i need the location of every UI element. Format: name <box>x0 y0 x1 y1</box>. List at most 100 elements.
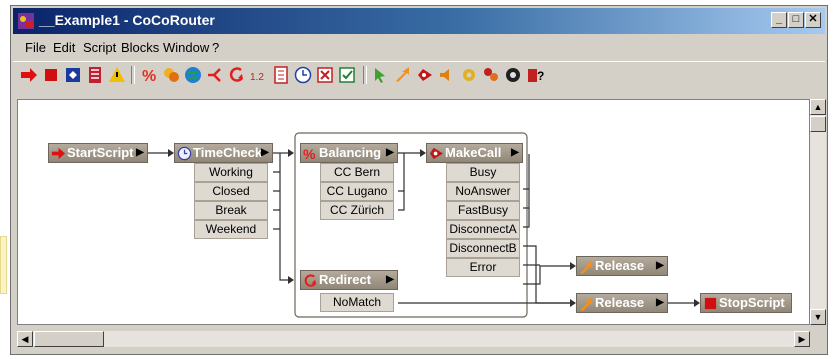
scroll-right-button[interactable]: ▶ <box>794 331 810 347</box>
app-icon <box>18 13 34 29</box>
makecall-output-disconnectb[interactable]: DisconnectB <box>446 239 520 258</box>
minimize-button[interactable]: _ <box>771 12 787 28</box>
globe-icon[interactable] <box>183 65 203 85</box>
counter-icon[interactable]: 1.2 <box>249 65 269 85</box>
toolbar: % 1.2 ? <box>13 61 825 88</box>
menu-blocks[interactable]: Blocks <box>121 40 159 55</box>
horizontal-scroll-thumb[interactable] <box>34 331 104 347</box>
makecall-output-error[interactable]: Error <box>446 258 520 277</box>
redirect-icon <box>304 274 317 287</box>
block-label: Balancing <box>319 145 382 160</box>
timecheck-output-working[interactable]: Working <box>194 163 268 182</box>
scroll-up-button[interactable]: ▲ <box>810 99 826 115</box>
balancing-output-cc-zurich[interactable]: CC Zürich <box>320 201 394 220</box>
help-icon[interactable]: ? <box>525 65 545 85</box>
menu-help[interactable]: ? <box>212 40 219 55</box>
svg-text:%: % <box>303 146 316 161</box>
checkbox-icon[interactable] <box>337 65 357 85</box>
vertical-scrollbar[interactable]: ▲ ▼ <box>810 99 826 325</box>
makecall-output-busy[interactable]: Busy <box>446 163 520 182</box>
menu-file[interactable]: File <box>25 40 46 55</box>
percent-icon: % <box>303 146 316 161</box>
adjacent-window-edge <box>0 236 7 294</box>
run-icon[interactable] <box>19 65 39 85</box>
toolbar-separator <box>363 66 367 84</box>
warning-icon[interactable] <box>107 65 127 85</box>
variables-icon[interactable] <box>85 65 105 85</box>
group-icon[interactable] <box>161 65 181 85</box>
release-icon[interactable] <box>393 65 413 85</box>
block-label: Release <box>595 258 645 273</box>
close-button[interactable]: ✕ <box>805 12 821 28</box>
output-arrow-icon: ▶ <box>136 147 144 158</box>
block-label: StartScript <box>67 145 134 160</box>
block-label: TimeCheck <box>193 145 263 160</box>
exit-icon[interactable] <box>315 65 335 85</box>
start-arrow-icon <box>51 147 66 160</box>
makecall-output-noanswer[interactable]: NoAnswer <box>446 182 520 201</box>
release-block-2[interactable]: Release ▶ <box>576 293 668 313</box>
release-icon <box>579 259 593 274</box>
balancing-output-cc-bern[interactable]: CC Bern <box>320 163 394 182</box>
title-bar[interactable]: __Example1 - CoCoRouter _ □ ✕ <box>13 8 825 34</box>
startscript-block[interactable]: StartScript ▶ <box>48 143 148 163</box>
svg-text:?: ? <box>537 69 544 83</box>
percent-icon[interactable]: % <box>139 65 159 85</box>
block-label: MakeCall <box>445 145 502 160</box>
scroll-down-button[interactable]: ▼ <box>810 309 826 325</box>
timecheck-output-break[interactable]: Break <box>194 201 268 220</box>
output-arrow-icon: ▶ <box>386 147 394 158</box>
block-label: Redirect <box>319 272 372 287</box>
makecall-output-disconnecta[interactable]: DisconnectA <box>446 220 520 239</box>
clock-icon[interactable] <box>293 65 313 85</box>
cursor-icon[interactable] <box>371 65 391 85</box>
timecheck-output-closed[interactable]: Closed <box>194 182 268 201</box>
stopscript-block[interactable]: StopScript <box>700 293 792 313</box>
redirect-icon[interactable] <box>227 65 247 85</box>
script-canvas[interactable]: StartScript ▶ TimeCheck ▶ Working Closed… <box>17 99 810 325</box>
scroll-left-button[interactable]: ◀ <box>17 331 33 347</box>
output-arrow-icon: ▶ <box>261 147 269 158</box>
agents-icon[interactable] <box>481 65 501 85</box>
output-arrow-icon: ▶ <box>386 274 394 285</box>
connection-lines <box>148 132 700 318</box>
makecall-output-fastbusy[interactable]: FastBusy <box>446 201 520 220</box>
document-icon[interactable] <box>271 65 291 85</box>
timecheck-block[interactable]: TimeCheck ▶ <box>174 143 273 163</box>
menu-script[interactable]: Script <box>83 40 116 55</box>
redirect-output-nomatch[interactable]: NoMatch <box>320 293 394 312</box>
menu-bar: File Edit Script Blocks Window ? <box>13 36 825 58</box>
output-arrow-icon: ▶ <box>656 297 664 308</box>
release-block-1[interactable]: Release ▶ <box>576 256 668 276</box>
call-icon[interactable] <box>415 65 435 85</box>
branch-icon[interactable] <box>205 65 225 85</box>
redirect-block[interactable]: Redirect ▶ <box>300 270 398 290</box>
svg-text:1.2: 1.2 <box>250 72 264 83</box>
balancing-output-cc-lugano[interactable]: CC Lugano <box>320 182 394 201</box>
timecheck-output-weekend[interactable]: Weekend <box>194 220 268 239</box>
block-label: StopScript <box>719 295 785 310</box>
toolbar-separator <box>131 66 135 84</box>
output-arrow-icon: ▶ <box>656 260 664 271</box>
call-icon <box>429 147 444 160</box>
scroll-corner <box>810 331 826 347</box>
settings-icon[interactable] <box>459 65 479 85</box>
release-icon <box>579 296 593 311</box>
debug-icon[interactable] <box>63 65 83 85</box>
vertical-scroll-thumb[interactable] <box>810 116 826 132</box>
horizontal-scrollbar[interactable]: ◀ ▶ <box>17 331 810 347</box>
makecall-block[interactable]: MakeCall ▶ <box>426 143 523 163</box>
window-title: __Example1 - CoCoRouter <box>39 12 215 28</box>
monitor-icon[interactable] <box>503 65 523 85</box>
application-window: __Example1 - CoCoRouter _ □ ✕ File Edit … <box>10 5 828 355</box>
speaker-icon[interactable] <box>437 65 457 85</box>
output-arrow-icon: ▶ <box>511 147 519 158</box>
maximize-button[interactable]: □ <box>788 12 804 28</box>
block-label: Release <box>595 295 645 310</box>
svg-text:%: % <box>142 68 156 85</box>
balancing-block[interactable]: % Balancing ▶ <box>300 143 398 163</box>
stop-icon <box>704 297 717 310</box>
stop-icon[interactable] <box>41 65 61 85</box>
menu-window[interactable]: Window <box>163 40 209 55</box>
menu-edit[interactable]: Edit <box>53 40 75 55</box>
